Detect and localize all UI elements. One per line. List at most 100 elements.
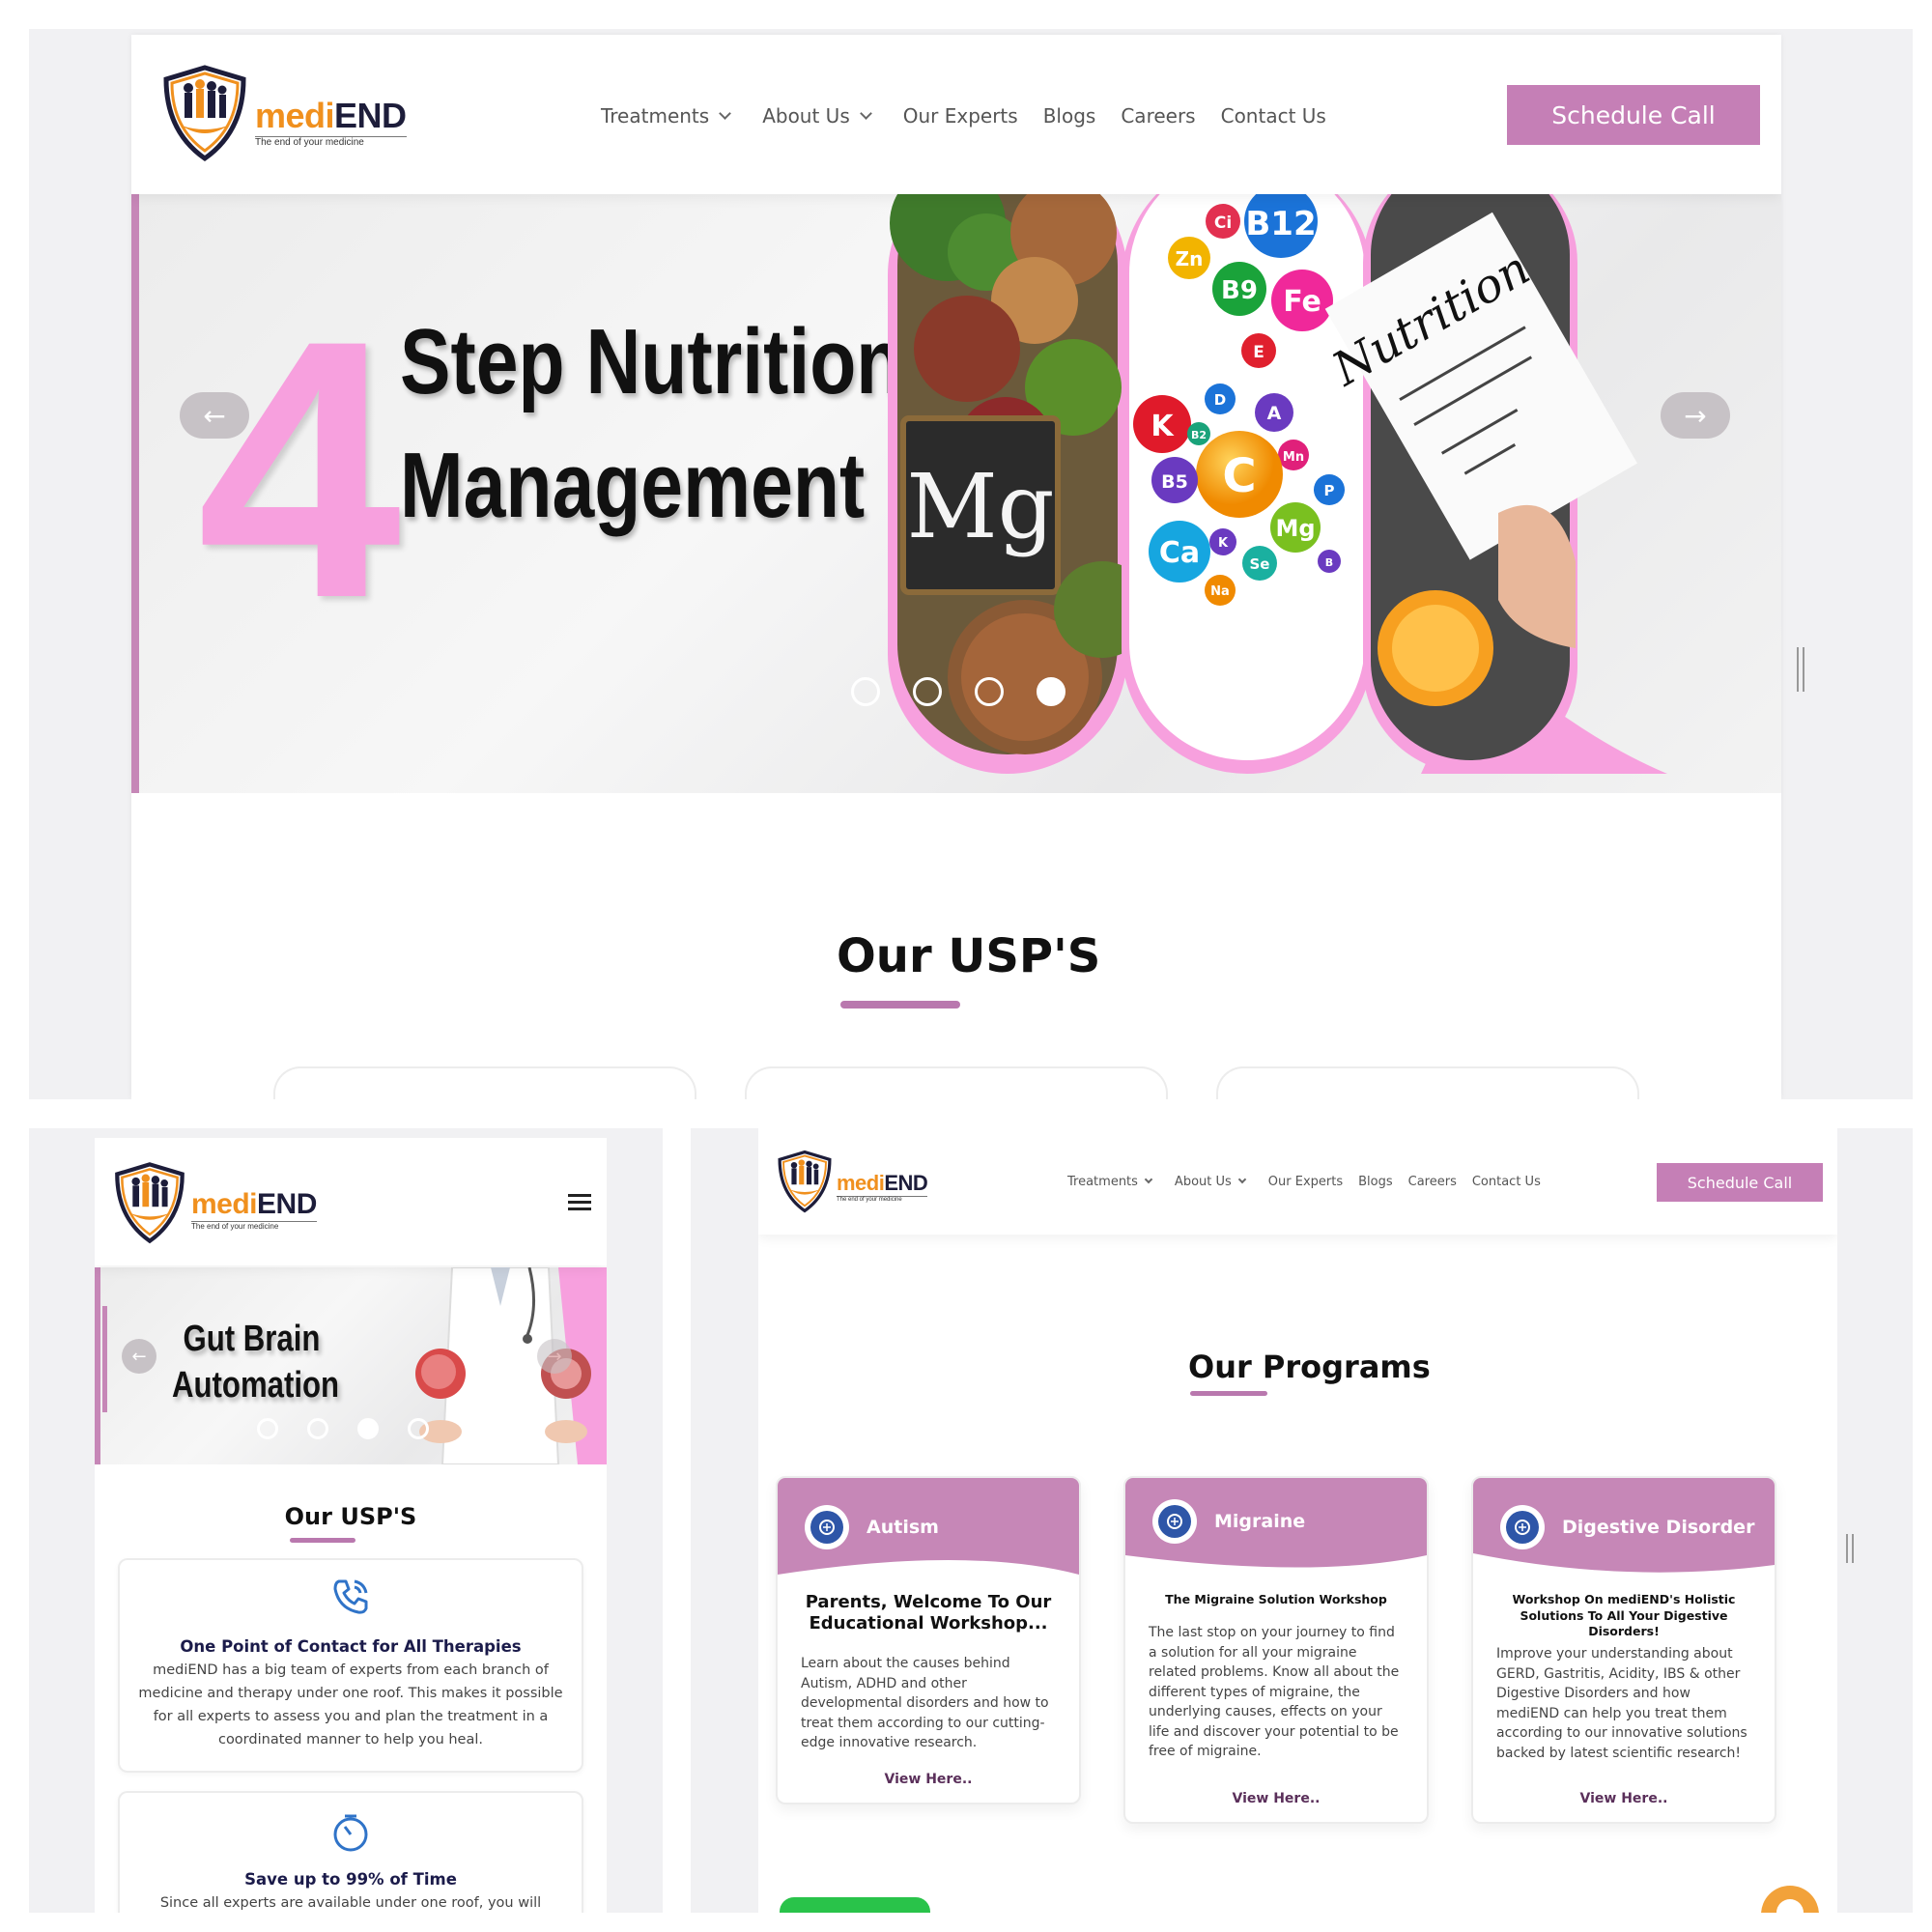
usp-card-contact: One Point of Contact for All Therapies m… [118,1558,583,1773]
program-name: Autism [867,1517,939,1538]
nav-about-us[interactable]: About Us [1174,1174,1247,1189]
program-name: Migraine [1214,1511,1306,1532]
medi-end-logo[interactable]: mediEND The end of your medicine [776,1150,928,1213]
nav-label: Blogs [1358,1174,1393,1189]
nav-label: Contact Us [1220,104,1326,128]
logo-wordmark: mediEND The end of your medicine [191,1188,317,1231]
hero-accent-bar [131,194,139,793]
logo-wordmark: mediEND The end of your medicine [837,1171,928,1203]
slider-dot[interactable] [913,677,942,706]
screenshot-collage: mediEND The end of your medicine Treatme… [0,0,1932,1932]
slider-prev-button[interactable]: ← [180,392,249,439]
nav-label: Our Experts [902,104,1018,128]
mobile-slider-dots [257,1418,429,1439]
desktop-programs-panel: mediEND The end of your medicine Treatme… [691,1128,1913,1913]
svg-text:Na: Na [1210,584,1230,599]
nav-label: Careers [1121,104,1196,128]
slider-dot[interactable] [357,1418,379,1439]
nav-treatments[interactable]: Treatments [601,104,732,128]
programs-title-underline [1190,1391,1267,1396]
logo-end: END [334,96,407,135]
desktop-home-panel: mediEND The end of your medicine Treatme… [29,29,1913,1099]
timer-icon [331,1812,370,1858]
view-here-link[interactable]: View Here.. [778,1772,1079,1787]
usp-card-time: Save up to 99% of Time Since all experts… [118,1791,583,1913]
svg-text:B: B [1325,556,1333,569]
nav-label: Careers [1407,1174,1457,1189]
nav-blogs[interactable]: Blogs [1043,104,1096,128]
slider-next-button[interactable]: → [1661,392,1730,439]
usp-card-1 [273,1066,696,1099]
nav-careers[interactable]: Careers [1121,104,1195,128]
view-here-link[interactable]: View Here.. [1473,1791,1775,1806]
chat-widget-icon[interactable] [1761,1886,1819,1913]
usp-card-3 [1216,1066,1639,1099]
hero-image-doctor [413,1267,607,1464]
view-here-link[interactable]: View Here.. [1125,1791,1427,1806]
whatsapp-chat-button[interactable] [780,1897,930,1913]
hero-slider: 4 Step Nutrition Management Mg B12 Ci Zn… [131,194,1781,793]
svg-text:B9: B9 [1221,276,1258,305]
program-name: Digestive Disorder [1562,1517,1755,1538]
head-pain-icon [1152,1499,1197,1544]
logo-wordmark: mediEND The end of your medicine [255,96,407,148]
usp-title-underline [840,1001,960,1009]
mobile-hero-slider: Gut Brain Automation ← → [95,1267,607,1464]
nav-careers[interactable]: Careers [1408,1175,1457,1189]
chalkboard-text: Mg [906,455,1054,558]
slider-dot[interactable] [408,1418,429,1439]
logo-tagline: The end of your medicine [255,136,407,148]
slider-dot[interactable] [307,1418,328,1439]
nav-treatments[interactable]: Treatments [1067,1175,1153,1189]
svg-text:Se: Se [1250,555,1270,573]
svg-text:B5: B5 [1161,471,1188,493]
svg-text:E: E [1253,343,1264,362]
nav-our-experts[interactable]: Our Experts [1268,1175,1343,1189]
nav-blogs[interactable]: Blogs [1358,1175,1393,1189]
logo-shield-icon [776,1150,834,1213]
scrollbar-handle[interactable] [1797,647,1804,692]
slider-dots [851,677,1065,706]
nav-contact-us[interactable]: Contact Us [1221,104,1326,128]
slider-dot[interactable] [257,1418,278,1439]
program-subtitle: The Migraine Solution Workshop [1165,1592,1387,1606]
hamburger-menu-icon[interactable] [568,1194,591,1210]
program-description: Learn about the causes behind Autism, AD… [801,1656,1049,1750]
svg-text:Fe: Fe [1283,285,1321,319]
nav-label: Blogs [1042,104,1096,128]
usp-description: mediEND has a big team of experts from e… [138,1662,563,1747]
svg-text:K: K [1151,410,1175,443]
svg-text:K: K [1218,536,1229,551]
usp-title: Save up to 99% of Time [244,1870,457,1889]
mobile-page: mediEND The end of your medicine Gut Bra… [95,1138,607,1913]
slider-dot[interactable] [1037,677,1065,706]
schedule-call-button[interactable]: Schedule Call [1657,1163,1823,1202]
scrollbar-handle[interactable] [1846,1534,1854,1563]
top-navbar: mediEND The end of your medicine Treatme… [758,1128,1837,1235]
slider-dot[interactable] [975,677,1004,706]
svg-text:Mn: Mn [1283,450,1304,465]
usp-title: One Point of Contact for All Therapies [180,1637,522,1656]
logo-shield-icon [112,1161,187,1244]
svg-text:B2: B2 [1191,429,1207,441]
phone-call-icon [331,1577,370,1621]
mobile-usp-underline [290,1538,355,1543]
program-card-autism: Autism Parents, Welcome To Our Educationa… [776,1476,1081,1804]
schedule-call-button[interactable]: Schedule Call [1507,85,1760,145]
medi-end-logo[interactable]: mediEND The end of your medicine [112,1161,317,1244]
mobile-usp-title: Our USP'S [284,1503,417,1530]
nav-our-experts[interactable]: Our Experts [903,104,1018,128]
mobile-slider-prev-button[interactable]: ← [122,1339,156,1374]
medi-end-logo[interactable]: mediEND The end of your medicine [160,64,407,162]
slider-dot[interactable] [851,677,880,706]
nav-label: About Us [1174,1174,1232,1189]
logo-medi: medi [255,96,335,135]
programs-section-title: Our Programs [1188,1349,1431,1385]
nav-label: Contact Us [1471,1174,1541,1189]
nav-contact-us[interactable]: Contact Us [1472,1175,1541,1189]
logo-medi: medi [191,1188,258,1220]
mobile-slider-next-button[interactable]: → [537,1339,572,1374]
nav-about-us[interactable]: About Us [762,104,872,128]
chevron-down-icon [719,107,732,120]
svg-text:Mg: Mg [1275,515,1315,542]
